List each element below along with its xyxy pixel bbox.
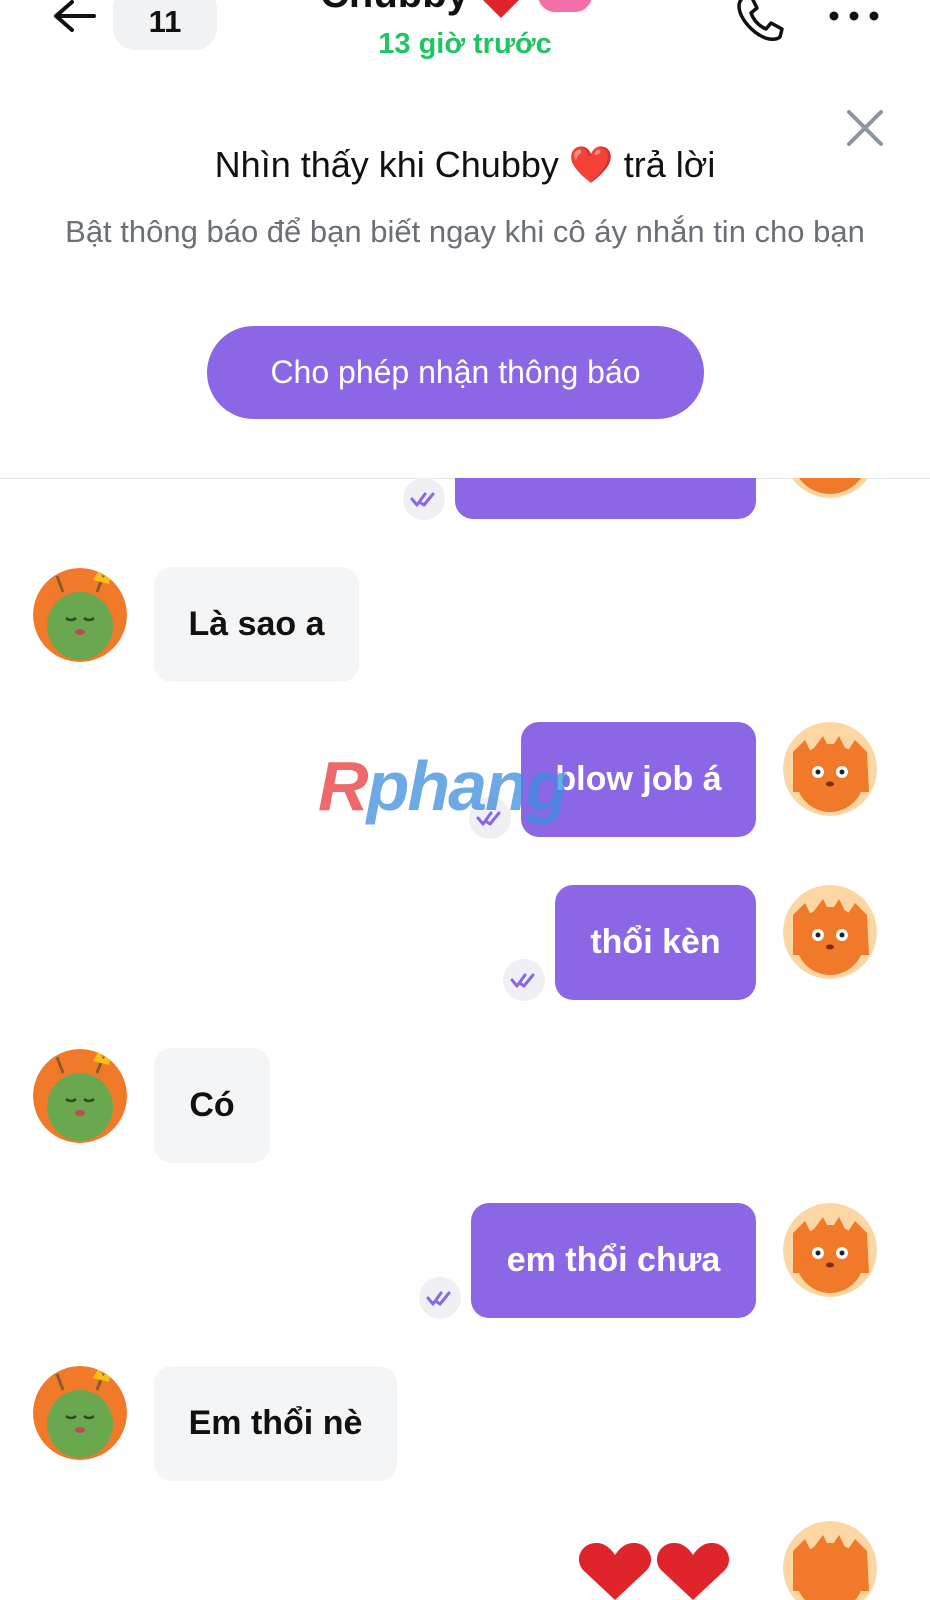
my-avatar[interactable] — [783, 722, 877, 816]
heart-icon — [483, 0, 519, 18]
read-receipt-icon — [469, 797, 511, 839]
contact-avatar[interactable] — [33, 1049, 127, 1143]
message-list[interactable]: Là sao a blow job á thổi kèn Có em thổi … — [0, 478, 930, 1600]
last-seen-status: 13 giờ trước — [378, 28, 552, 60]
message-bubble-outgoing[interactable]: thổi kèn — [555, 885, 756, 1000]
allow-notifications-button[interactable]: Cho phép nhận thông báo — [207, 326, 704, 419]
read-receipt-icon — [503, 959, 545, 1001]
close-icon[interactable] — [845, 108, 885, 148]
banner-title: Nhìn thấy khi Chubby ❤️ trả lời — [214, 144, 716, 185]
phone-call-icon[interactable] — [735, 0, 785, 42]
message-bubble-partial[interactable] — [455, 478, 756, 519]
my-avatar[interactable] — [783, 1203, 877, 1297]
chat-header: 11 Chubby 13 giờ trước — [0, 0, 930, 90]
read-receipt-icon — [403, 478, 445, 520]
message-bubble-incoming[interactable]: Em thổi nè — [154, 1366, 397, 1481]
message-bubble-incoming[interactable]: Là sao a — [154, 567, 359, 682]
contact-avatar[interactable] — [33, 1366, 127, 1460]
read-receipt-icon — [419, 1277, 461, 1319]
my-avatar[interactable] — [783, 885, 877, 979]
banner-subtitle: Bật thông báo để bạn biết ngay khi cô áy… — [65, 214, 865, 249]
status-pill — [538, 0, 592, 12]
notification-banner: Nhìn thấy khi Chubby ❤️ trả lời Bật thôn… — [0, 90, 930, 479]
contact-avatar[interactable] — [33, 568, 127, 662]
more-options-icon[interactable] — [828, 4, 880, 24]
contact-name[interactable]: Chubby — [320, 0, 469, 17]
my-avatar[interactable] — [783, 1521, 877, 1600]
message-bubble-outgoing[interactable]: blow job á — [521, 722, 756, 837]
message-bubble-outgoing[interactable]: em thổi chưa — [471, 1203, 756, 1318]
message-bubble-incoming[interactable]: Có — [154, 1048, 270, 1163]
hearts-sticker-icon[interactable] — [575, 1540, 735, 1600]
my-avatar[interactable] — [783, 478, 877, 498]
